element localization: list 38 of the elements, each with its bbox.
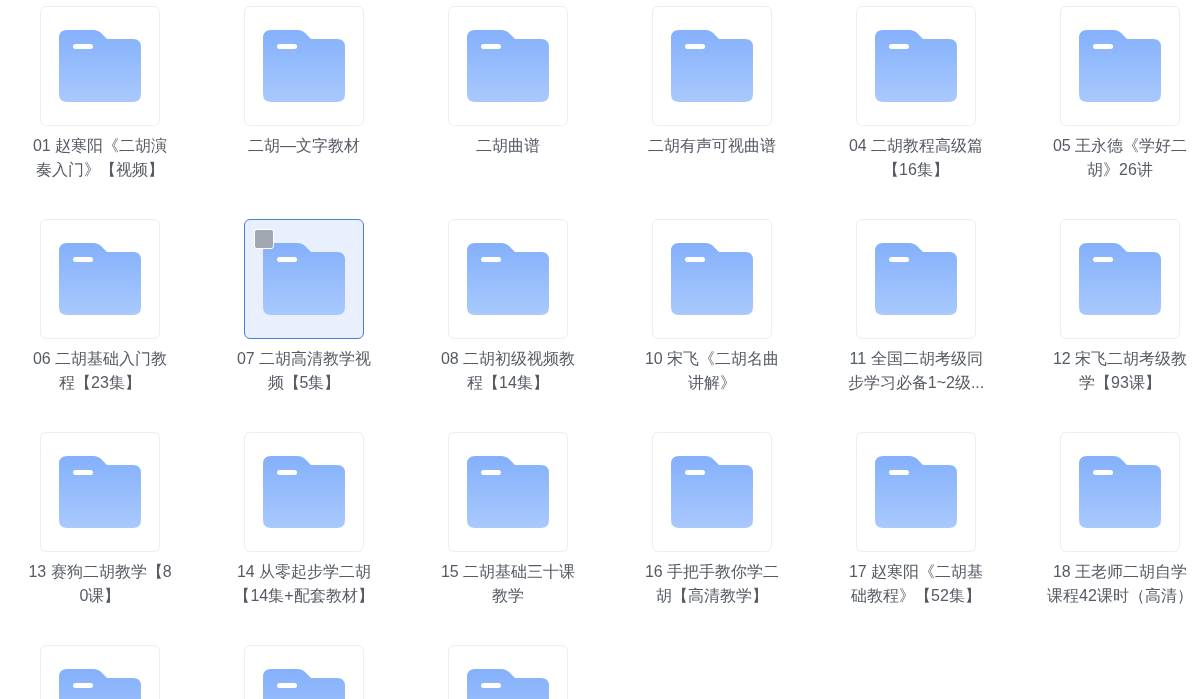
folder-name[interactable]: 13 赛狗二胡教学【80课】 [27, 560, 173, 608]
folder-icon [875, 243, 957, 315]
folder-name[interactable]: 08 二胡初级视频教程【14集】 [435, 347, 581, 395]
folder-name[interactable]: 04 二胡教程高级篇【16集】 [843, 134, 989, 182]
folder-icon [1079, 243, 1161, 315]
folder-icon [263, 30, 345, 102]
folder-icon [263, 243, 345, 315]
folder-name[interactable]: 16 手把手教你学二胡【高清教学】 [639, 560, 785, 608]
folder-icon [263, 456, 345, 528]
folder-icon [59, 456, 141, 528]
folder-icon [59, 243, 141, 315]
folder-name[interactable]: 10 宋飞《二胡名曲讲解》 [639, 347, 785, 395]
folder-icon [467, 243, 549, 315]
folder-icon [59, 30, 141, 102]
checkbox[interactable] [254, 229, 274, 249]
folder-name[interactable]: 17 赵寒阳《二胡基础教程》【52集】 [843, 560, 989, 608]
folder-icon [467, 456, 549, 528]
folder-name[interactable]: 05 王永德《学好二胡》26讲 [1047, 134, 1192, 182]
folder-icon [467, 30, 549, 102]
folder-icon [671, 456, 753, 528]
folder-name[interactable]: 二胡有声可视曲谱 [639, 134, 785, 158]
folder-icon [875, 30, 957, 102]
folder-icon [671, 30, 753, 102]
folder-icon [875, 456, 957, 528]
folder-name[interactable]: 01 赵寒阳《二胡演奏入门》【视频】 [27, 134, 173, 182]
folder-name[interactable]: 06 二胡基础入门教程【23集】 [27, 347, 173, 395]
folder-icon [1079, 456, 1161, 528]
folder-icon [1079, 30, 1161, 102]
folder-tile[interactable] [244, 219, 364, 339]
folder-name[interactable]: 二胡曲谱 [435, 134, 581, 158]
folder-name[interactable]: 11 全国二胡考级同步学习必备1~2级... [843, 347, 989, 395]
folder-name[interactable]: 18 王老师二胡自学课程42课时（高清） [1047, 560, 1192, 608]
folder-name[interactable]: 15 二胡基础三十课教学 [435, 560, 581, 608]
folder-name[interactable]: 14 从零起步学二胡【14集+配套教材】 [231, 560, 377, 608]
folder-name[interactable]: 12 宋飞二胡考级教学【93课】 [1047, 347, 1192, 395]
folder-icon [671, 243, 753, 315]
folder-name[interactable]: 二胡—文字教材 [231, 134, 377, 158]
folder-name[interactable]: 07 二胡高清教学视频【5集】 [231, 347, 377, 395]
